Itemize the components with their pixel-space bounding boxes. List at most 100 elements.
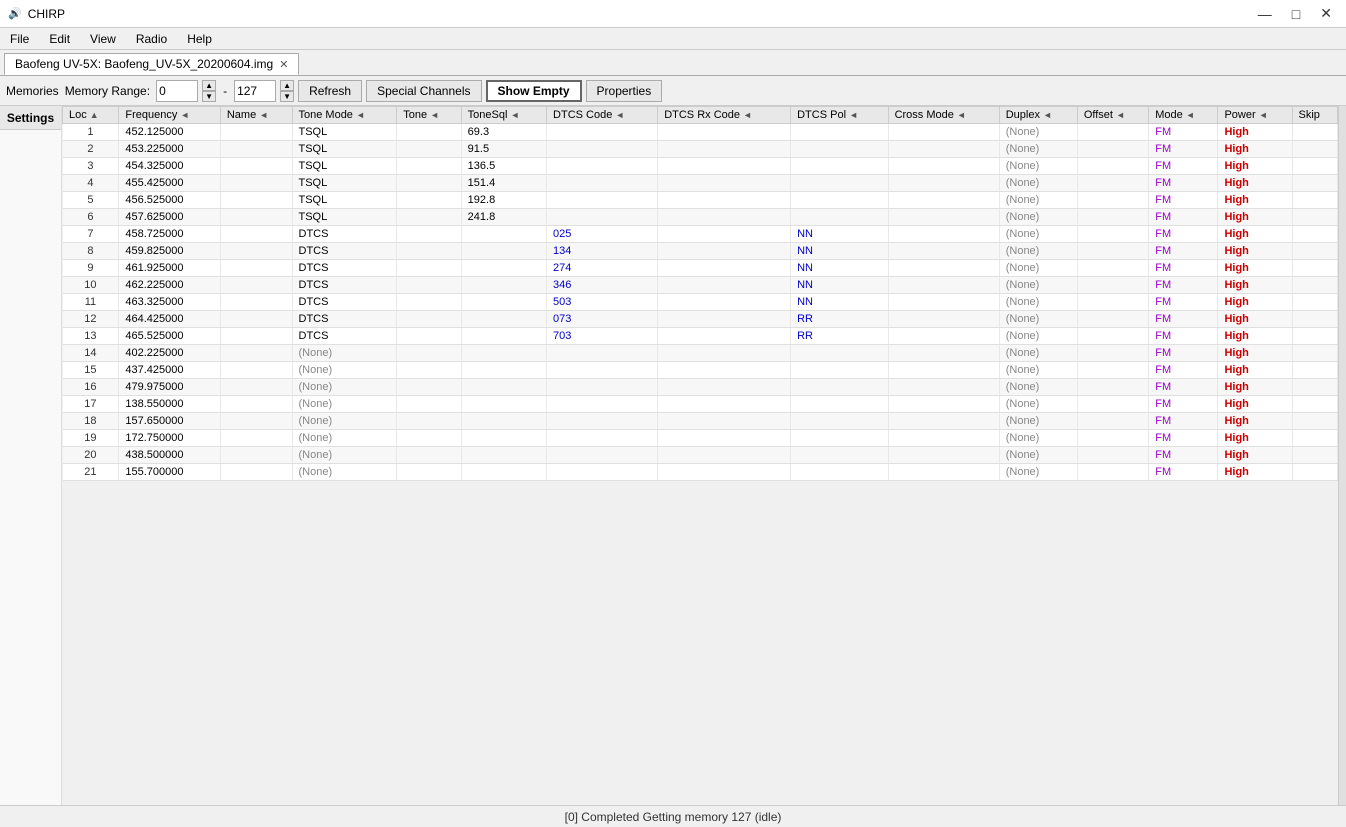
table-row[interactable]: 21155.700000(None)(None)FMHigh [63, 464, 1338, 481]
col-skip[interactable]: Skip [1292, 107, 1337, 124]
range-start-down[interactable]: ▼ [202, 91, 216, 102]
col-tone-mode[interactable]: Tone Mode ◄ [292, 107, 397, 124]
table-cell: TSQL [292, 175, 397, 192]
col-duplex[interactable]: Duplex ◄ [999, 107, 1077, 124]
table-row[interactable]: 9461.925000DTCS274NN(None)FMHigh [63, 260, 1338, 277]
col-offset[interactable]: Offset ◄ [1077, 107, 1148, 124]
table-cell: FM [1149, 447, 1218, 464]
table-cell [547, 362, 658, 379]
col-dtcs-pol[interactable]: DTCS Pol ◄ [791, 107, 888, 124]
table-cell [461, 243, 546, 260]
table-cell: 452.125000 [119, 124, 221, 141]
table-row[interactable]: 18157.650000(None)(None)FMHigh [63, 413, 1338, 430]
table-cell [220, 464, 292, 481]
table-cell [461, 430, 546, 447]
table-cell [888, 124, 999, 141]
col-cross-mode[interactable]: Cross Mode ◄ [888, 107, 999, 124]
table-row[interactable]: 15437.425000(None)(None)FMHigh [63, 362, 1338, 379]
special-channels-button[interactable]: Special Channels [366, 80, 481, 102]
table-row[interactable]: 19172.750000(None)(None)FMHigh [63, 430, 1338, 447]
table-row[interactable]: 7458.725000DTCS025NN(None)FMHigh [63, 226, 1338, 243]
col-tone[interactable]: Tone ◄ [397, 107, 461, 124]
table-body: 1452.125000TSQL69.3(None)FMHigh2453.2250… [63, 124, 1338, 481]
titlebar: 🔊 CHIRP — □ ✕ [0, 0, 1346, 28]
tab-close-icon[interactable]: ✕ [279, 58, 288, 71]
table-row[interactable]: 5456.525000TSQL192.8(None)FMHigh [63, 192, 1338, 209]
minimize-button[interactable]: — [1252, 3, 1278, 24]
col-name[interactable]: Name ◄ [220, 107, 292, 124]
table-cell: High [1218, 209, 1292, 226]
close-button[interactable]: ✕ [1314, 3, 1338, 24]
statusbar: [0] Completed Getting memory 127 (idle) [0, 805, 1346, 827]
range-end-up[interactable]: ▲ [280, 80, 294, 91]
table-cell: (None) [999, 294, 1077, 311]
table-cell: FM [1149, 311, 1218, 328]
table-cell: FM [1149, 430, 1218, 447]
table-row[interactable]: 11463.325000DTCS503NN(None)FMHigh [63, 294, 1338, 311]
table-cell [658, 311, 791, 328]
range-end-input[interactable] [234, 80, 276, 102]
table-cell [658, 379, 791, 396]
table-cell [461, 226, 546, 243]
col-frequency[interactable]: Frequency ◄ [119, 107, 221, 124]
col-dtcs-code[interactable]: DTCS Code ◄ [547, 107, 658, 124]
table-row[interactable]: 17138.550000(None)(None)FMHigh [63, 396, 1338, 413]
range-end-down[interactable]: ▼ [280, 91, 294, 102]
table-row[interactable]: 3454.325000TSQL136.5(None)FMHigh [63, 158, 1338, 175]
table-cell: 346 [547, 277, 658, 294]
table-cell [220, 158, 292, 175]
table-cell: FM [1149, 226, 1218, 243]
properties-button[interactable]: Properties [586, 80, 663, 102]
table-cell: (None) [292, 396, 397, 413]
table-cell: High [1218, 430, 1292, 447]
table-container[interactable]: Loc ▲ Frequency ◄ Name ◄ Tone Mode ◄ Ton… [62, 106, 1338, 805]
table-cell [220, 175, 292, 192]
table-cell: 91.5 [461, 141, 546, 158]
table-row[interactable]: 1452.125000TSQL69.3(None)FMHigh [63, 124, 1338, 141]
table-cell [888, 209, 999, 226]
table-row[interactable]: 10462.225000DTCS346NN(None)FMHigh [63, 277, 1338, 294]
col-dtcs-rx-code[interactable]: DTCS Rx Code ◄ [658, 107, 791, 124]
table-cell [888, 243, 999, 260]
table-cell: (None) [999, 430, 1077, 447]
col-tonesql[interactable]: ToneSql ◄ [461, 107, 546, 124]
table-row[interactable]: 14402.225000(None)(None)FMHigh [63, 345, 1338, 362]
show-empty-button[interactable]: Show Empty [486, 80, 582, 102]
table-row[interactable]: 20438.500000(None)(None)FMHigh [63, 447, 1338, 464]
table-row[interactable]: 6457.625000TSQL241.8(None)FMHigh [63, 209, 1338, 226]
table-row[interactable]: 8459.825000DTCS134NN(None)FMHigh [63, 243, 1338, 260]
menu-file[interactable]: File [0, 30, 39, 48]
table-cell: 438.500000 [119, 447, 221, 464]
table-cell: 134 [547, 243, 658, 260]
range-start-up[interactable]: ▲ [202, 80, 216, 91]
table-cell [220, 277, 292, 294]
table-cell [220, 260, 292, 277]
table-cell: 157.650000 [119, 413, 221, 430]
table-row[interactable]: 2453.225000TSQL91.5(None)FMHigh [63, 141, 1338, 158]
memory-range-label: Memory Range: [65, 84, 150, 98]
col-loc[interactable]: Loc ▲ [63, 107, 119, 124]
table-row[interactable]: 4455.425000TSQL151.4(None)FMHigh [63, 175, 1338, 192]
col-mode[interactable]: Mode ◄ [1149, 107, 1218, 124]
table-cell: 1 [63, 124, 119, 141]
table-row[interactable]: 13465.525000DTCS703RR(None)FMHigh [63, 328, 1338, 345]
refresh-button[interactable]: Refresh [298, 80, 362, 102]
table-cell: 151.4 [461, 175, 546, 192]
col-power[interactable]: Power ◄ [1218, 107, 1292, 124]
menu-radio[interactable]: Radio [126, 30, 177, 48]
table-row[interactable]: 12464.425000DTCS073RR(None)FMHigh [63, 311, 1338, 328]
table-cell: 69.3 [461, 124, 546, 141]
range-start-input[interactable] [156, 80, 198, 102]
table-cell [791, 345, 888, 362]
file-tab[interactable]: Baofeng UV-5X: Baofeng_UV-5X_20200604.im… [4, 53, 299, 75]
menu-view[interactable]: View [80, 30, 126, 48]
table-cell [658, 345, 791, 362]
resize-handle[interactable] [1338, 106, 1346, 805]
menu-help[interactable]: Help [177, 30, 222, 48]
table-cell [1077, 396, 1148, 413]
table-row[interactable]: 16479.975000(None)(None)FMHigh [63, 379, 1338, 396]
table-cell [1077, 175, 1148, 192]
table-cell: FM [1149, 345, 1218, 362]
maximize-button[interactable]: □ [1286, 3, 1306, 24]
menu-edit[interactable]: Edit [39, 30, 80, 48]
